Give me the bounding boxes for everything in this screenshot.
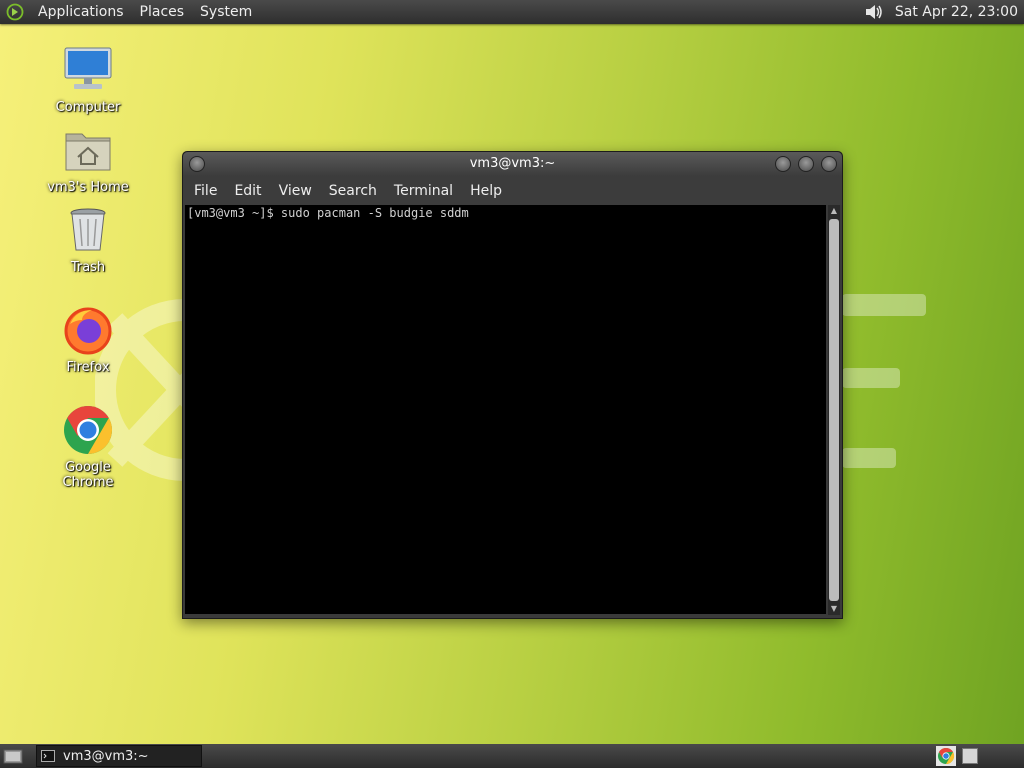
menu-help[interactable]: Help [463, 183, 512, 199]
desktop-icon-label: Firefox [66, 360, 110, 375]
maximize-button[interactable] [798, 156, 814, 172]
system-tray [936, 746, 978, 766]
terminal-menubar: File Edit View Search Terminal Help [183, 176, 842, 205]
wallpaper-bar [842, 294, 926, 316]
taskbar-item-terminal[interactable]: vm3@vm3:~ [36, 745, 202, 767]
volume-icon[interactable] [863, 2, 885, 22]
desktop-icon-label: vm3's Home [47, 180, 129, 195]
menu-search[interactable]: Search [322, 183, 387, 199]
system-menu[interactable]: System [192, 4, 260, 20]
workspace-switcher[interactable] [962, 748, 978, 764]
minimize-button[interactable] [775, 156, 791, 172]
menu-view[interactable]: View [272, 183, 322, 199]
menu-terminal[interactable]: Terminal [387, 183, 463, 199]
terminal-output[interactable]: [vm3@vm3 ~]$ sudo pacman -S budgie sddm [185, 205, 826, 614]
applications-menu[interactable]: Applications [30, 4, 132, 20]
wallpaper-bar [842, 368, 900, 388]
taskbar-item-label: vm3@vm3:~ [63, 748, 149, 764]
places-menu[interactable]: Places [132, 4, 193, 20]
distro-logo-icon[interactable] [6, 3, 24, 21]
desktop-icon-label: Trash [70, 260, 106, 275]
menu-edit[interactable]: Edit [227, 183, 271, 199]
firefox-icon [64, 307, 112, 355]
terminal-scrollbar[interactable]: ▲ ▼ [828, 205, 840, 615]
desktop-icon-computer[interactable]: Computer [38, 44, 138, 115]
clock[interactable]: Sat Apr 22, 23:00 [895, 4, 1024, 20]
desktop-icon-label: Computer [55, 100, 121, 115]
wallpaper-bar [842, 448, 896, 468]
terminal-icon [41, 750, 55, 762]
desktop-icon-chrome[interactable]: Google Chrome [38, 404, 138, 490]
computer-icon [64, 47, 112, 89]
trash-icon [70, 208, 106, 251]
scrollbar-thumb[interactable] [829, 219, 839, 601]
show-desktop-icon[interactable] [2, 747, 24, 765]
terminal-line: [vm3@vm3 ~]$ sudo pacman -S budgie sddm [187, 206, 469, 220]
desktop-icon-label: Google Chrome [62, 460, 114, 490]
chrome-tray-icon[interactable] [936, 746, 956, 766]
top-panel: Applications Places System Sat Apr 22, 2… [0, 0, 1024, 24]
scroll-up-arrow-icon[interactable]: ▲ [829, 206, 839, 216]
window-titlebar[interactable]: vm3@vm3:~ [183, 152, 842, 176]
chrome-icon [64, 406, 113, 454]
terminal-window: vm3@vm3:~ File Edit View Search Terminal… [182, 151, 843, 619]
home-folder-icon [65, 133, 111, 171]
window-title: vm3@vm3:~ [469, 156, 556, 171]
bottom-panel: vm3@vm3:~ [0, 744, 1024, 768]
window-menu-button[interactable] [189, 156, 205, 172]
desktop-icon-firefox[interactable]: Firefox [38, 304, 138, 375]
desktop-icon-home[interactable]: vm3's Home [38, 124, 138, 195]
desktop-icon-trash[interactable]: Trash [38, 204, 138, 275]
scroll-down-arrow-icon[interactable]: ▼ [829, 604, 839, 614]
close-button[interactable] [821, 156, 837, 172]
menu-file[interactable]: File [187, 183, 227, 199]
